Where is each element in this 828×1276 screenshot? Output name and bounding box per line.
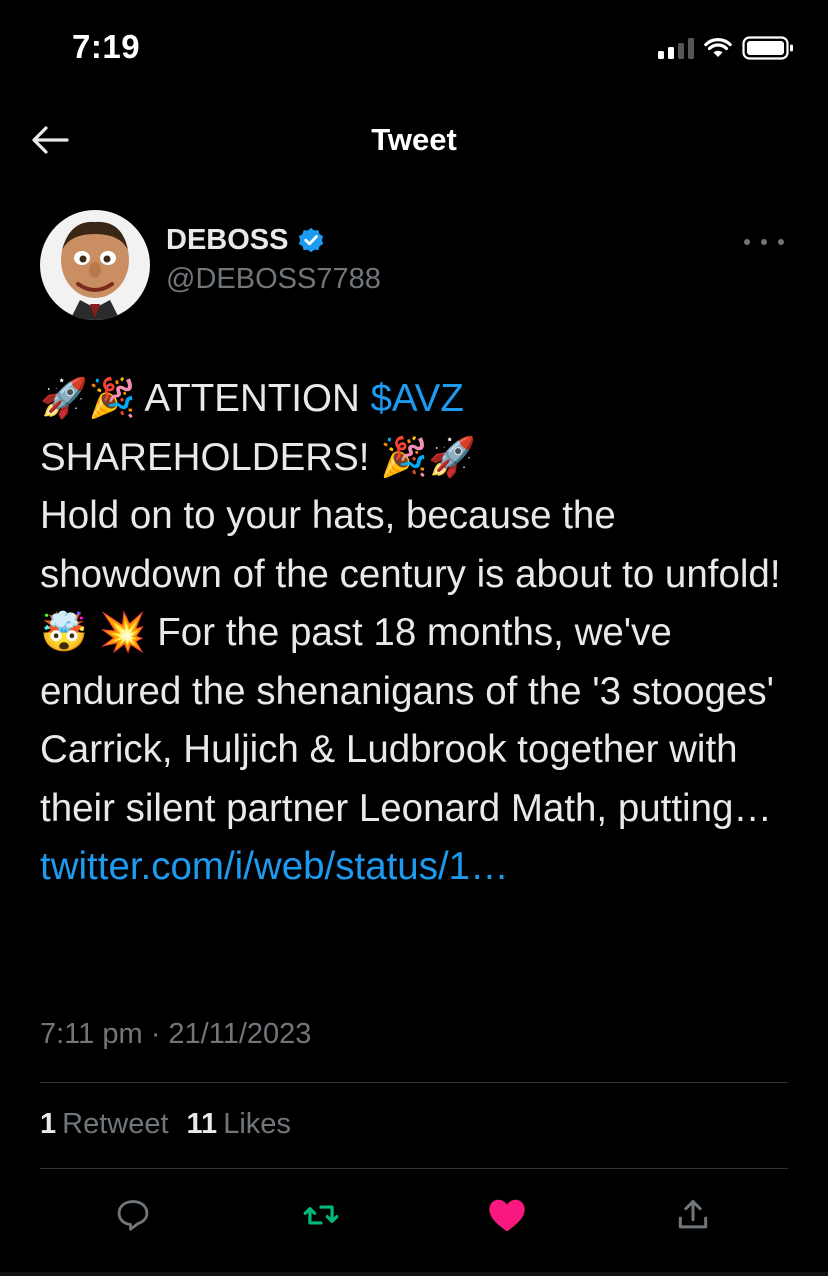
party-popper-emoji: 🎉 xyxy=(87,376,136,421)
retweet-button[interactable] xyxy=(296,1190,346,1240)
reply-icon xyxy=(117,1200,149,1231)
bottom-edge xyxy=(0,1272,828,1276)
tweet-stats: 1 Retweet 11 Likes xyxy=(40,1108,291,1141)
divider xyxy=(40,1082,788,1083)
status-bar: 7:19 xyxy=(0,0,828,96)
attention-text: ATTENTION xyxy=(135,377,371,420)
rocket-emoji: 🚀 xyxy=(40,376,88,421)
tweet-text: 🚀🎉 ATTENTION $AVZ SHAREHOLDERS! 🎉🚀 Hold … xyxy=(40,370,788,897)
retweets-stat[interactable]: 1 Retweet xyxy=(40,1108,169,1141)
page-title: Tweet xyxy=(371,122,457,157)
tweet-body: Hold on to your hats, because the showdo… xyxy=(40,487,788,897)
cellular-signal-icon xyxy=(658,37,694,59)
rocket-emoji: 🚀 xyxy=(428,434,477,480)
mind-blown-emoji: 🤯 xyxy=(40,610,88,655)
wifi-icon xyxy=(704,38,732,57)
like-label: Likes xyxy=(223,1108,291,1140)
like-button[interactable] xyxy=(482,1190,532,1240)
share-button[interactable] xyxy=(668,1190,718,1240)
status-time: 7:19 xyxy=(72,28,141,65)
retweet-label: Retweet xyxy=(62,1108,169,1140)
tweet-timestamp[interactable]: 7:11 pm · 21/11/2023 xyxy=(40,1018,311,1051)
tweet-body-part2: For the past 18 months, we've endured th… xyxy=(40,611,774,830)
retweet-icon xyxy=(303,1205,339,1225)
party-popper-emoji: 🎉 xyxy=(380,434,429,480)
divider xyxy=(40,1168,788,1169)
status-icons xyxy=(658,36,794,60)
like-count: 11 xyxy=(186,1108,218,1140)
tweet-actions xyxy=(40,1190,788,1240)
likes-stat[interactable]: 11 Likes xyxy=(187,1108,291,1141)
shareholders-text: SHAREHOLDERS! xyxy=(40,435,381,479)
retweet-count: 1 xyxy=(40,1108,57,1140)
more-options-button[interactable] xyxy=(744,232,784,252)
cashtag-link[interactable]: $AVZ xyxy=(370,377,463,420)
tweet-link[interactable]: twitter.com/i/web/status/1… xyxy=(40,845,509,888)
navigation-header: Tweet xyxy=(0,96,828,184)
like-icon xyxy=(489,1199,525,1232)
user-block[interactable]: DEBOSS @DEBOSS7788 xyxy=(166,224,381,296)
share-icon xyxy=(678,1200,708,1229)
avatar-image xyxy=(40,210,150,320)
user-handle[interactable]: @DEBOSS7788 xyxy=(166,263,381,296)
avatar[interactable] xyxy=(40,210,150,320)
more-icon xyxy=(744,239,750,245)
battery-icon xyxy=(742,36,793,60)
tweet-body-part1: Hold on to your hats, because the showdo… xyxy=(40,494,781,596)
reply-button[interactable] xyxy=(108,1190,158,1240)
verified-badge-icon xyxy=(299,227,324,252)
collision-emoji: 💥 xyxy=(98,610,147,655)
display-name[interactable]: DEBOSS xyxy=(166,224,288,257)
tweet-headline: 🚀🎉 ATTENTION $AVZ SHAREHOLDERS! 🎉🚀 xyxy=(40,370,788,487)
